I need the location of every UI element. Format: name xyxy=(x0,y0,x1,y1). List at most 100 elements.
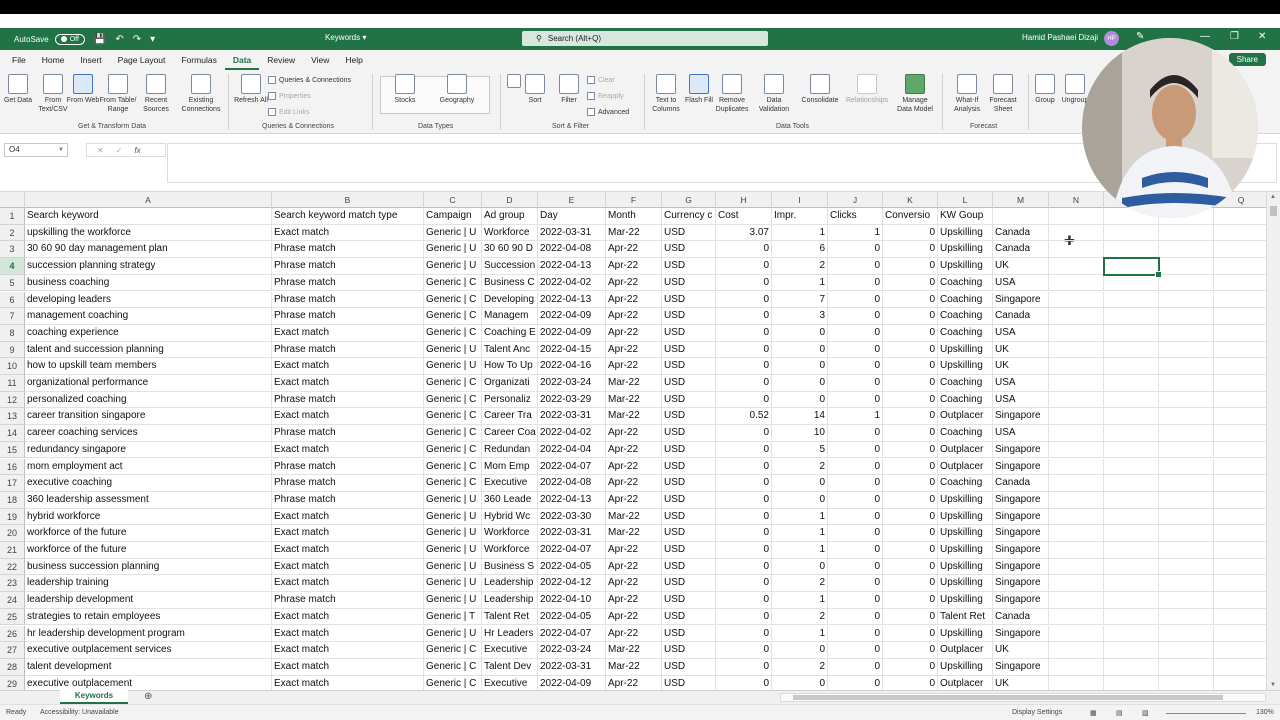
table-cell[interactable]: Singapore xyxy=(993,491,1049,509)
maximize-icon[interactable]: ❐ xyxy=(1230,31,1239,42)
table-cell[interactable] xyxy=(1104,592,1159,609)
table-cell[interactable] xyxy=(1214,475,1266,492)
refresh-all-button[interactable]: Refresh All xyxy=(230,74,272,105)
table-cell[interactable]: executive outplacement xyxy=(25,675,272,690)
table-cell[interactable]: Generic | U xyxy=(424,258,482,275)
table-cell[interactable]: Singapore xyxy=(993,291,1049,309)
table-cell[interactable]: USD xyxy=(662,558,716,576)
column-header[interactable]: C xyxy=(424,192,482,208)
table-cell[interactable]: hybrid workforce xyxy=(25,508,272,526)
header-cell[interactable]: Cost xyxy=(716,208,772,225)
tab-page-layout[interactable]: Page Layout xyxy=(110,50,174,70)
table-cell[interactable]: Generic | U xyxy=(424,491,482,509)
table-cell[interactable]: 0 xyxy=(883,224,938,242)
table-cell[interactable]: 0 xyxy=(772,558,828,576)
table-cell[interactable]: 0 xyxy=(828,458,883,476)
table-cell[interactable] xyxy=(1159,241,1214,259)
table-cell[interactable]: USD xyxy=(662,542,716,559)
table-cell[interactable] xyxy=(1159,508,1214,526)
table-cell[interactable] xyxy=(1159,324,1214,342)
table-cell[interactable]: 0 xyxy=(883,625,938,643)
table-cell[interactable]: Redundan xyxy=(482,441,538,459)
row-header[interactable]: 15 xyxy=(0,441,25,459)
table-cell[interactable] xyxy=(1214,642,1266,659)
table-cell[interactable] xyxy=(1159,558,1214,576)
table-cell[interactable]: Coaching E xyxy=(482,324,538,342)
table-cell[interactable]: Singapore xyxy=(993,525,1049,542)
table-cell[interactable]: Exact match xyxy=(272,324,424,342)
row-header[interactable]: 16 xyxy=(0,458,25,476)
table-cell[interactable]: USA xyxy=(993,375,1049,392)
table-cell[interactable]: USD xyxy=(662,642,716,659)
table-cell[interactable]: Generic | C xyxy=(424,391,482,409)
table-cell[interactable] xyxy=(1214,659,1266,676)
table-cell[interactable]: UK xyxy=(993,358,1049,375)
table-cell[interactable]: 2022-03-31 xyxy=(538,224,606,242)
table-cell[interactable] xyxy=(1049,475,1104,492)
table-cell[interactable] xyxy=(1159,408,1214,426)
table-cell[interactable]: Generic | C xyxy=(424,274,482,292)
table-cell[interactable]: 0 xyxy=(716,625,772,643)
table-cell[interactable]: Generic | U xyxy=(424,525,482,542)
table-cell[interactable]: USD xyxy=(662,341,716,359)
row-header[interactable]: 25 xyxy=(0,608,25,626)
table-cell[interactable]: 0 xyxy=(883,241,938,259)
table-cell[interactable] xyxy=(1159,391,1214,409)
table-cell[interactable] xyxy=(1214,626,1266,643)
table-cell[interactable]: Generic | C xyxy=(424,308,482,325)
table-cell[interactable]: 5 xyxy=(772,441,828,459)
header-cell[interactable] xyxy=(993,208,1049,225)
table-cell[interactable] xyxy=(1159,592,1214,609)
row-header[interactable]: 7 xyxy=(0,308,25,325)
table-cell[interactable] xyxy=(1159,475,1214,492)
table-cell[interactable]: USD xyxy=(662,491,716,509)
table-cell[interactable] xyxy=(1049,408,1104,426)
table-cell[interactable]: 0 xyxy=(716,608,772,626)
table-cell[interactable] xyxy=(1104,525,1159,542)
table-cell[interactable]: 0 xyxy=(828,375,883,392)
add-sheet-icon[interactable]: ⊕ xyxy=(144,691,152,703)
table-cell[interactable]: 0 xyxy=(716,375,772,392)
table-cell[interactable]: 7 xyxy=(772,291,828,309)
table-cell[interactable] xyxy=(1214,241,1266,259)
table-cell[interactable]: 0 xyxy=(716,358,772,375)
row-header[interactable]: 22 xyxy=(0,558,25,576)
table-cell[interactable]: 0 xyxy=(883,658,938,676)
row-header[interactable]: 10 xyxy=(0,358,25,375)
table-cell[interactable] xyxy=(1214,225,1266,242)
table-cell[interactable]: Generic | U xyxy=(424,341,482,359)
table-cell[interactable]: Coaching xyxy=(938,475,993,492)
table-cell[interactable]: USD xyxy=(662,625,716,643)
table-cell[interactable]: Mar-22 xyxy=(606,525,662,542)
table-cell[interactable] xyxy=(1214,509,1266,526)
table-cell[interactable]: 0 xyxy=(772,642,828,659)
table-cell[interactable]: Apr-22 xyxy=(606,241,662,259)
table-cell[interactable]: 0 xyxy=(883,491,938,509)
table-cell[interactable]: USD xyxy=(662,441,716,459)
table-cell[interactable]: Career Coa xyxy=(482,425,538,442)
table-cell[interactable]: 0 xyxy=(716,458,772,476)
advanced-button[interactable]: Advanced xyxy=(587,108,629,116)
table-cell[interactable]: Coaching xyxy=(938,291,993,309)
table-cell[interactable]: 2022-04-13 xyxy=(538,491,606,509)
table-cell[interactable] xyxy=(1214,575,1266,593)
table-cell[interactable]: executive coaching xyxy=(25,475,272,492)
table-cell[interactable]: developing leaders xyxy=(25,291,272,309)
table-cell[interactable] xyxy=(1214,375,1266,392)
table-cell[interactable] xyxy=(1104,274,1159,292)
table-cell[interactable]: USD xyxy=(662,324,716,342)
scroll-down-icon[interactable]: ▼ xyxy=(1270,682,1276,688)
table-cell[interactable]: 0 xyxy=(883,425,938,442)
table-cell[interactable]: How To Up xyxy=(482,358,538,375)
table-cell[interactable]: Exact match xyxy=(272,408,424,426)
table-cell[interactable]: Outplacer xyxy=(938,642,993,659)
row-header[interactable]: 6 xyxy=(0,291,25,309)
table-cell[interactable]: 0 xyxy=(716,475,772,492)
table-cell[interactable]: 2022-03-31 xyxy=(538,525,606,542)
table-cell[interactable]: 2022-04-02 xyxy=(538,425,606,442)
row-header[interactable]: 5 xyxy=(0,274,25,292)
table-cell[interactable]: 6 xyxy=(772,241,828,259)
table-cell[interactable]: Singapore xyxy=(993,575,1049,593)
table-cell[interactable]: Mar-22 xyxy=(606,375,662,392)
tab-insert[interactable]: Insert xyxy=(72,50,109,70)
